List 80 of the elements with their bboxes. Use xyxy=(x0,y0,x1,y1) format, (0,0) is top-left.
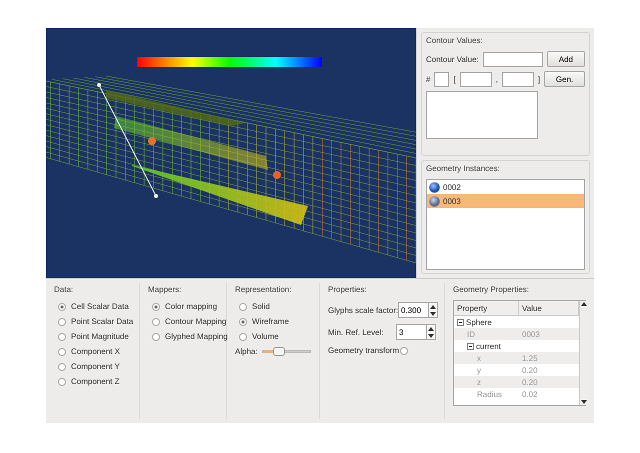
radio-button[interactable] xyxy=(152,302,160,310)
up-arrow-icon[interactable] xyxy=(580,301,588,307)
field-label: # xyxy=(426,74,430,84)
radio-label: Component Z xyxy=(71,377,120,386)
radio-label: Point Scalar Data xyxy=(71,317,134,326)
up-arrow-icon[interactable] xyxy=(429,304,437,310)
sphere-icon xyxy=(429,182,440,192)
value-cell-text: 1.25 xyxy=(521,352,539,364)
gen-button[interactable]: Gen. xyxy=(544,71,585,87)
down-arrow-icon[interactable] xyxy=(580,399,588,405)
slider-thumb[interactable] xyxy=(273,347,286,356)
group-title: Mappers: xyxy=(148,285,182,294)
radio-button[interactable] xyxy=(58,362,66,370)
property-cell-text: x xyxy=(476,352,482,364)
radio-button[interactable] xyxy=(239,318,247,326)
property-cell-text: y xyxy=(476,364,482,376)
sphere-marker xyxy=(273,171,281,179)
radio-button[interactable] xyxy=(239,332,247,340)
value-cell-text: 0003 xyxy=(521,328,541,340)
group-title: Contour Values: xyxy=(426,36,484,45)
group-title: Properties: xyxy=(328,285,368,294)
property-cell-text: ID xyxy=(466,328,476,340)
radio-label: Wireframe xyxy=(252,317,289,326)
alpha-slider[interactable] xyxy=(262,350,311,353)
collapse-icon[interactable] xyxy=(457,318,464,326)
property-cell: Sphere xyxy=(454,316,519,328)
radio-button[interactable] xyxy=(58,332,66,340)
scrollbar[interactable] xyxy=(579,301,588,405)
radio-label: Glyphed Mapping xyxy=(165,332,228,341)
field-label: Contour Value: xyxy=(426,54,479,64)
radio-label: Component X xyxy=(71,347,120,356)
down-arrow-icon[interactable] xyxy=(429,310,437,316)
radio-button[interactable] xyxy=(58,318,66,326)
radio-button[interactable] xyxy=(58,378,66,386)
3d-viewport[interactable] xyxy=(46,28,416,278)
property-cell-text: Radius xyxy=(476,388,503,400)
group-title: Data: xyxy=(54,285,74,294)
sphere-marker xyxy=(148,137,156,145)
property-cell-text: z xyxy=(476,376,482,388)
instance-list[interactable]: 0002 0003 xyxy=(426,179,585,270)
range-start-field[interactable] xyxy=(460,72,492,86)
radio-label: Contour Mapping xyxy=(165,317,226,326)
up-arrow-icon[interactable] xyxy=(427,326,435,332)
spin-box-field[interactable]: 0.300 xyxy=(398,302,428,318)
radio-label: Cell Scalar Data xyxy=(71,302,129,311)
radio-button[interactable] xyxy=(152,332,160,340)
radio-button[interactable] xyxy=(58,302,66,310)
instance-item[interactable]: 0003 xyxy=(427,194,584,208)
field-label: Min. Ref. Level: xyxy=(328,328,385,336)
radio-label: Point Magnitude xyxy=(71,332,129,341)
value-cell-text: 0.02 xyxy=(521,388,539,400)
value-cell-text: 0.20 xyxy=(521,364,539,376)
column-header[interactable]: Property xyxy=(454,301,519,315)
group-title: Geometry Instances: xyxy=(426,164,501,173)
radio-label: Solid xyxy=(252,302,270,311)
collapse-icon[interactable] xyxy=(467,342,474,350)
separator-text: , xyxy=(496,74,498,84)
group-title: Representation: xyxy=(235,285,292,294)
radio-label: Color mapping xyxy=(165,302,218,311)
slider-label: Alpha: xyxy=(235,347,258,356)
bracket-text: [ xyxy=(453,74,456,84)
radio-label: Volume xyxy=(252,332,279,341)
bracket-text: ] xyxy=(538,74,540,84)
contour-value-field[interactable] xyxy=(482,52,543,66)
contour-list[interactable] xyxy=(426,91,538,139)
down-arrow-icon[interactable] xyxy=(427,332,435,338)
add-button[interactable]: Add xyxy=(546,51,585,67)
spin-box-field[interactable]: 3 xyxy=(396,324,426,340)
transform-checkbox[interactable] xyxy=(400,346,408,354)
group-title: Geometry Properties: xyxy=(453,285,530,294)
property-cell: current xyxy=(454,340,519,352)
radio-button[interactable] xyxy=(152,318,160,326)
count-field[interactable] xyxy=(434,72,450,86)
radio-button[interactable] xyxy=(58,348,66,356)
sphere-icon xyxy=(429,196,440,206)
range-end-field[interactable] xyxy=(502,72,534,86)
radio-button[interactable] xyxy=(239,302,247,310)
checkbox-label: Geometry transform xyxy=(328,346,400,355)
value-cell-text: 0.20 xyxy=(521,376,539,388)
radio-label: Component Y xyxy=(71,362,120,371)
